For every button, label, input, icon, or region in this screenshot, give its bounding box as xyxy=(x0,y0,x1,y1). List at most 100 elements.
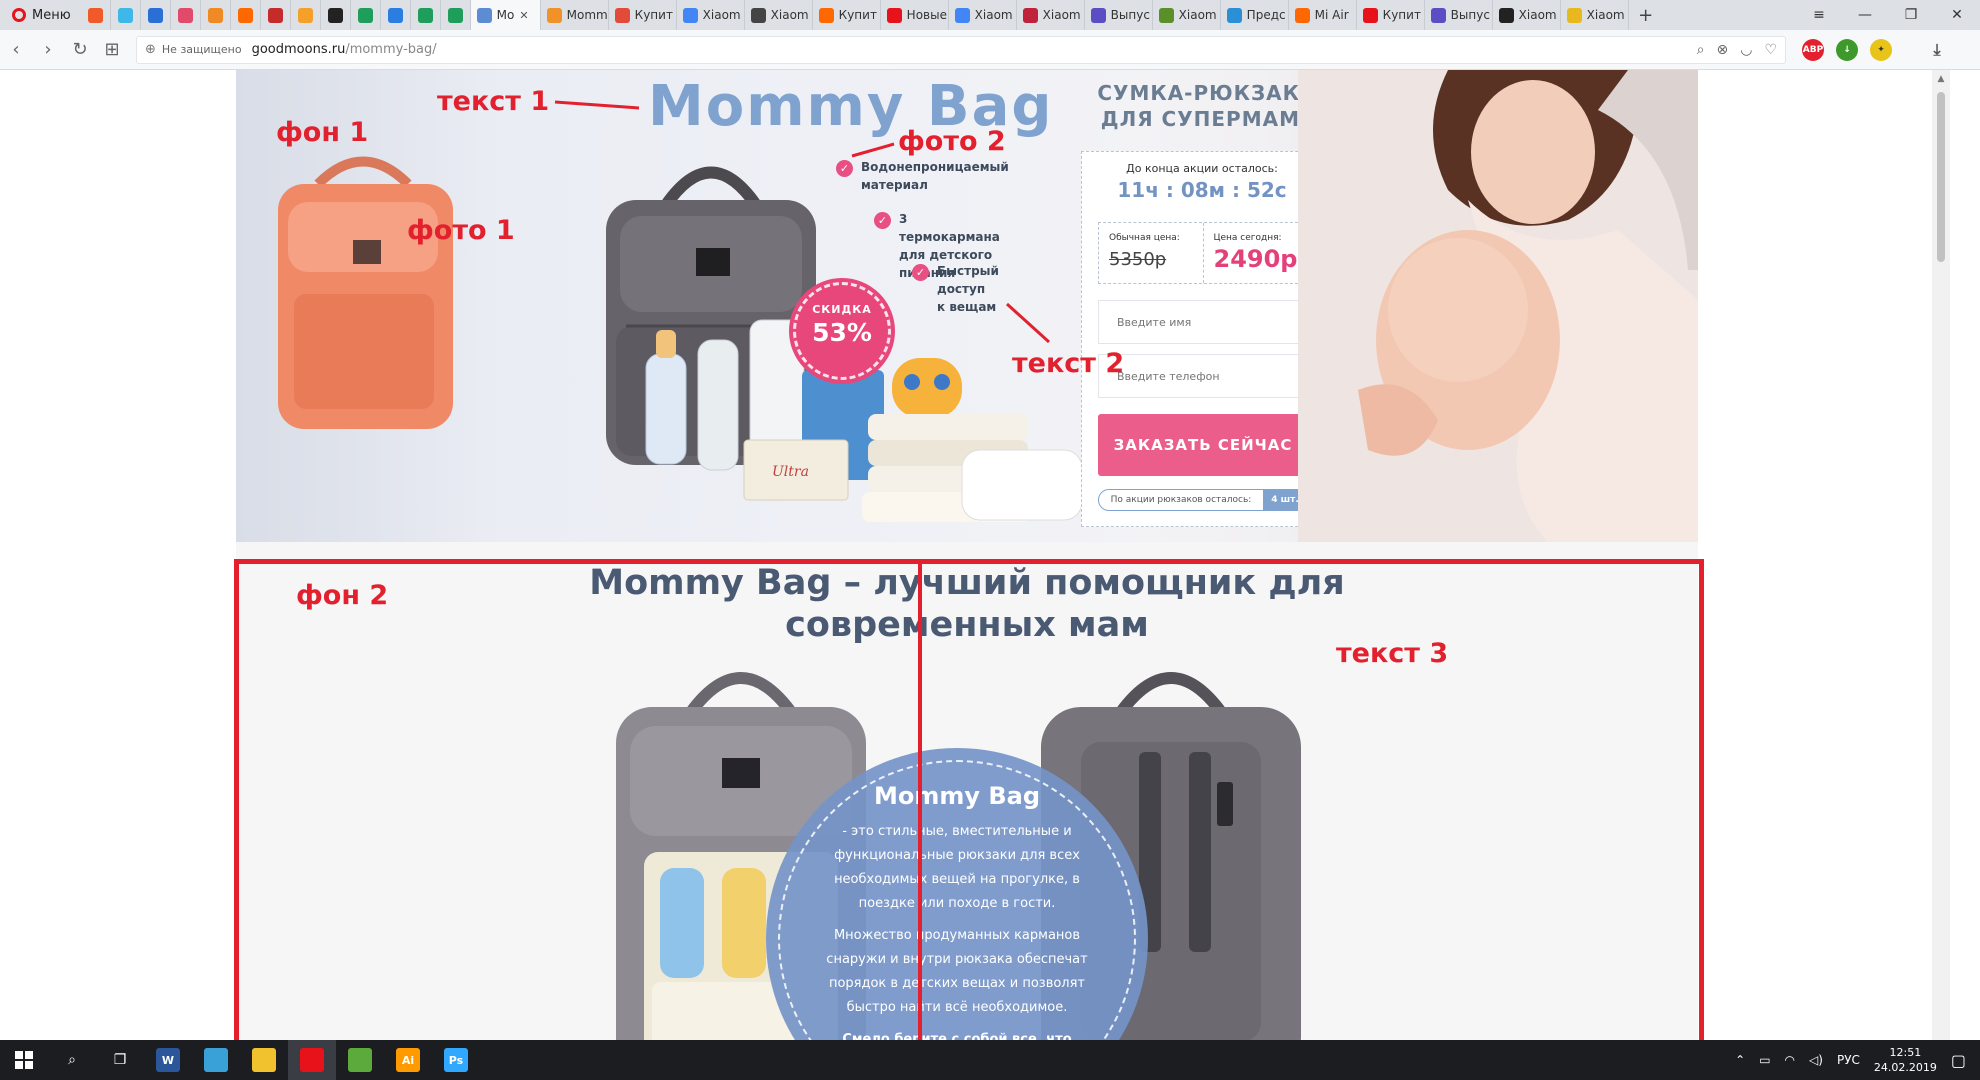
browser-tab[interactable]: Xiaom xyxy=(1017,0,1085,30)
download-arrow-icon[interactable]: ↓ xyxy=(1836,38,1858,61)
scroll-up-icon[interactable]: ▲ xyxy=(1932,70,1950,88)
taskbar-app[interactable]: Ai xyxy=(384,1040,432,1080)
clock-time: 12:51 xyxy=(1889,1046,1922,1059)
tab-label: Xiaom xyxy=(1586,8,1625,22)
google-icon xyxy=(682,7,698,23)
scrollbar-thumb[interactable] xyxy=(1937,92,1945,262)
address-bar[interactable]: ⊕ Не защищено goodmoons.ru /mommy-bag/ ⌕… xyxy=(136,35,1786,64)
snapshot-icon[interactable]: ◡ xyxy=(1740,42,1752,58)
browser-tab[interactable] xyxy=(321,0,351,30)
browser-tab[interactable]: Xiaom xyxy=(1561,0,1629,30)
taskbar-app[interactable] xyxy=(192,1040,240,1080)
notifications-icon[interactable]: ▢ xyxy=(1951,1051,1966,1070)
taskbar-app[interactable]: Ps xyxy=(432,1040,480,1080)
annotation-arrow-text2 xyxy=(1005,302,1051,344)
search-icon[interactable]: ⌕ xyxy=(1697,42,1705,58)
browser-tab[interactable] xyxy=(141,0,171,30)
phone-input[interactable] xyxy=(1098,354,1308,398)
browser-tab[interactable]: Купит xyxy=(813,0,881,30)
browser-tab[interactable] xyxy=(231,0,261,30)
network-icon[interactable]: ▭ xyxy=(1759,1053,1770,1067)
plus-icon xyxy=(417,7,433,23)
speed-dial-icon[interactable]: ⊞ xyxy=(96,30,128,70)
browser-tab[interactable] xyxy=(261,0,291,30)
chevron-up-icon[interactable]: ⌃ xyxy=(1735,1053,1745,1067)
globe-icon xyxy=(147,7,163,23)
feature-text: Водонепроницаемый материал xyxy=(861,160,1009,192)
tab-label: Выпус xyxy=(1110,8,1150,22)
reload-button[interactable]: ↻ xyxy=(64,30,96,70)
new-tab-button[interactable]: + xyxy=(1629,0,1663,30)
photoshop-icon: Ps xyxy=(444,1048,468,1072)
mi-icon xyxy=(1294,7,1310,23)
volume-icon[interactable]: ◁) xyxy=(1809,1053,1823,1067)
minimize-button[interactable]: — xyxy=(1842,0,1888,30)
browser-tab[interactable]: Xiaom xyxy=(745,0,813,30)
adblock-shield-icon[interactable]: ⊗ xyxy=(1716,42,1728,58)
browser-tab[interactable]: Купит xyxy=(1357,0,1425,30)
browser-tab[interactable]: Предс xyxy=(1221,0,1289,30)
browser-tab[interactable]: Xiaom xyxy=(949,0,1017,30)
wifi-icon[interactable]: ◠ xyxy=(1785,1053,1795,1067)
language-indicator[interactable]: РУС xyxy=(1837,1053,1860,1067)
tab-label: Xiaom xyxy=(1042,8,1081,22)
browser-tab[interactable] xyxy=(111,0,141,30)
clock[interactable]: 12:51 24.02.2019 xyxy=(1874,1045,1937,1075)
tab-strip: Mo ✕ Momm Купит Xiaom Xiaom Купит Новые Xiaom Xia… xyxy=(81,0,1629,30)
task-view-icon[interactable]: ❐ xyxy=(96,1040,144,1080)
browser-tab[interactable] xyxy=(411,0,441,30)
order-now-button[interactable]: ЗАКАЗАТЬ СЕЙЧАС xyxy=(1098,414,1308,476)
discount-label: СКИДКА xyxy=(812,303,872,316)
bookmark-heart-icon[interactable]: ♡ xyxy=(1764,42,1777,58)
name-input[interactable] xyxy=(1098,300,1308,344)
abp-extension-icon[interactable]: ABP xyxy=(1802,38,1824,61)
close-window-button[interactable]: ✕ xyxy=(1934,0,1980,30)
browser-tab[interactable]: Новые xyxy=(881,0,949,30)
search-icon[interactable]: ⌕ xyxy=(48,1040,96,1080)
browser-tab[interactable]: Mi Air xyxy=(1289,0,1357,30)
browser-tab[interactable] xyxy=(351,0,381,30)
browser-tab[interactable]: Mo ✕ xyxy=(470,0,541,30)
orange-backpack-image xyxy=(278,156,453,429)
close-tab-icon[interactable]: ✕ xyxy=(519,9,528,22)
taskbar-app[interactable]: W xyxy=(144,1040,192,1080)
fox-icon xyxy=(297,7,313,23)
a-icon xyxy=(1362,7,1378,23)
browser-tab[interactable] xyxy=(171,0,201,30)
new-price-cell: Цена сегодня: 2490р xyxy=(1202,223,1308,283)
browser-tab[interactable]: Xiaom xyxy=(1493,0,1561,30)
countdown-timer: 11ч : 08м : 52с xyxy=(1117,178,1287,202)
browser-tab[interactable]: Выпус xyxy=(1425,0,1493,30)
browser-tab[interactable]: Xiaom xyxy=(1153,0,1221,30)
browser-tab[interactable] xyxy=(291,0,321,30)
annotation-bg1: фон 1 xyxy=(276,117,369,148)
browser-tab[interactable] xyxy=(81,0,111,30)
discount-badge: СКИДКА 53% xyxy=(789,278,895,384)
hero-subtitle: СУМКА-РЮКЗАК ДЛЯ СУПЕРМАМ xyxy=(1097,81,1300,131)
system-tray: ⌃ ▭ ◠ ◁) РУС 12:51 24.02.2019 ▢ xyxy=(1735,1045,1980,1075)
browser-tab[interactable] xyxy=(201,0,231,30)
plus-icon xyxy=(447,7,463,23)
browser-tab[interactable]: Выпус xyxy=(1085,0,1153,30)
opera-menu-button[interactable]: Меню xyxy=(0,0,81,30)
browser-tab[interactable]: Xiaom xyxy=(677,0,745,30)
browser-tab[interactable] xyxy=(381,0,411,30)
discount-value: 53% xyxy=(812,318,872,347)
browser-tab[interactable]: Momm xyxy=(541,0,609,30)
svg-text:Ultra: Ultra xyxy=(772,464,809,480)
extension-icon[interactable]: ✦ xyxy=(1870,38,1892,61)
back-button[interactable]: ‹ xyxy=(0,30,32,70)
taskbar-app[interactable] xyxy=(336,1040,384,1080)
stock-indicator: По акции рюкзаков осталось: 4 шт. xyxy=(1098,489,1308,511)
page-scrollbar[interactable]: ▲ ▼ xyxy=(1932,70,1950,1060)
taskbar-app[interactable] xyxy=(288,1040,336,1080)
tab-menu-icon[interactable]: ≡ xyxy=(1796,0,1842,30)
restore-button[interactable]: ❐ xyxy=(1888,0,1934,30)
browser-tab[interactable] xyxy=(441,0,471,30)
start-button[interactable] xyxy=(0,1040,48,1080)
taskbar-app[interactable] xyxy=(240,1040,288,1080)
browser-tab[interactable]: Купит xyxy=(609,0,677,30)
downloads-icon[interactable]: ⤓ xyxy=(1926,39,1948,61)
countdown-label: До конца акции осталось: xyxy=(1126,162,1278,175)
forward-button[interactable]: › xyxy=(32,30,64,70)
